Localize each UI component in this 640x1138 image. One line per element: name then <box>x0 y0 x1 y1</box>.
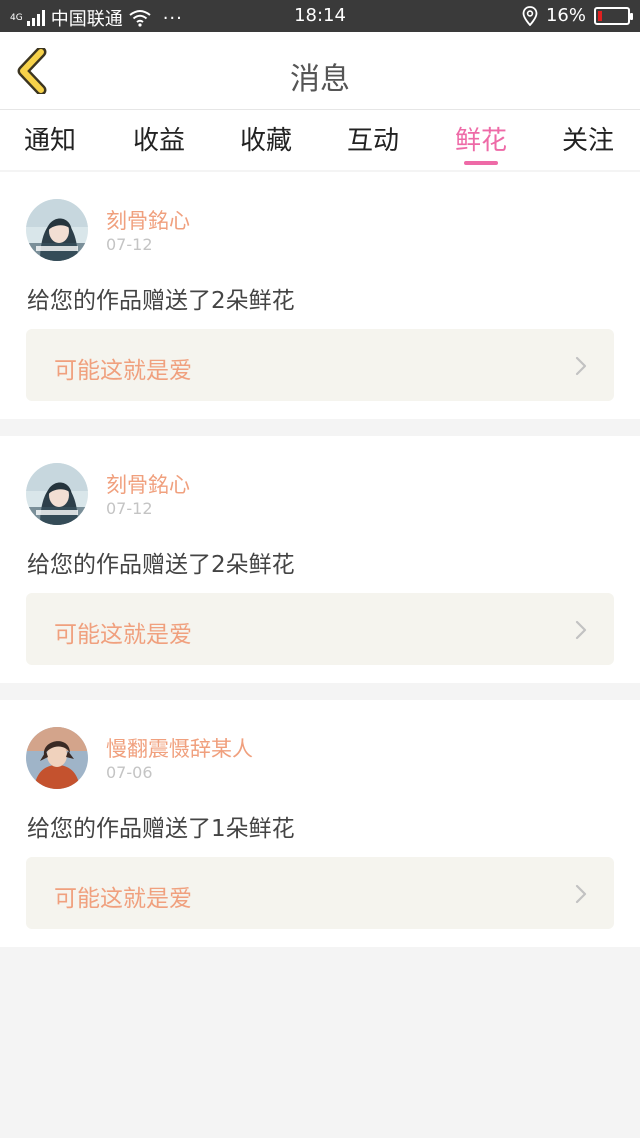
sender-name[interactable]: 刻骨銘心 <box>106 205 190 235</box>
battery-percent: 16% <box>545 5 586 26</box>
active-tab-indicator <box>464 161 498 165</box>
message-text: 给您的作品赠送了2朵鲜花 <box>27 288 295 314</box>
tab-notifications[interactable]: 通知 <box>0 120 100 157</box>
tab-earnings[interactable]: 收益 <box>109 120 209 157</box>
battery-level <box>598 10 602 21</box>
page-title: 消息 <box>290 62 350 97</box>
work-title: 可能这就是爱 <box>54 358 192 384</box>
work-link[interactable]: 可能这就是爱 <box>26 593 614 665</box>
status-bar: 4G 中国联通 ··· 18:14 16% <box>0 0 640 32</box>
message-date: 07-12 <box>106 499 153 518</box>
work-link[interactable]: 可能这就是爱 <box>26 857 614 929</box>
sender-name[interactable]: 刻骨銘心 <box>106 469 190 499</box>
work-title: 可能这就是爱 <box>54 622 192 648</box>
work-title: 可能这就是爱 <box>54 886 192 912</box>
location-icon <box>522 5 538 26</box>
battery-icon <box>594 6 633 25</box>
message-date: 07-12 <box>106 235 153 254</box>
tab-bar: 通知 收益 收藏 互动 鲜花 关注 <box>0 110 640 170</box>
girl-avatar-icon[interactable] <box>26 463 88 525</box>
chevron-right-icon <box>575 356 587 376</box>
work-link[interactable]: 可能这就是爱 <box>26 329 614 401</box>
chevron-right-icon <box>575 884 587 904</box>
tab-flowers[interactable]: 鲜花 <box>431 120 531 157</box>
message-date: 07-06 <box>106 763 153 782</box>
message-card: 慢翻震慑辞某人 07-06 给您的作品赠送了1朵鲜花 可能这就是爱 <box>0 700 640 947</box>
tab-favorites[interactable]: 收藏 <box>216 120 316 157</box>
message-text: 给您的作品赠送了1朵鲜花 <box>27 816 295 842</box>
status-right: 16% <box>522 5 633 26</box>
nav-bar: 消息 <box>0 32 640 110</box>
tab-follows[interactable]: 关注 <box>538 120 638 157</box>
chevron-right-icon <box>575 620 587 640</box>
sender-name[interactable]: 慢翻震慑辞某人 <box>106 733 253 763</box>
message-card: 刻骨銘心 07-12 给您的作品赠送了2朵鲜花 可能这就是爱 <box>0 172 640 419</box>
tab-interactions[interactable]: 互动 <box>323 120 423 157</box>
message-card: 刻骨銘心 07-12 给您的作品赠送了2朵鲜花 可能这就是爱 <box>0 436 640 683</box>
message-text: 给您的作品赠送了2朵鲜花 <box>27 552 295 578</box>
boy-avatar-icon[interactable] <box>26 727 88 789</box>
girl-avatar-icon[interactable] <box>26 199 88 261</box>
